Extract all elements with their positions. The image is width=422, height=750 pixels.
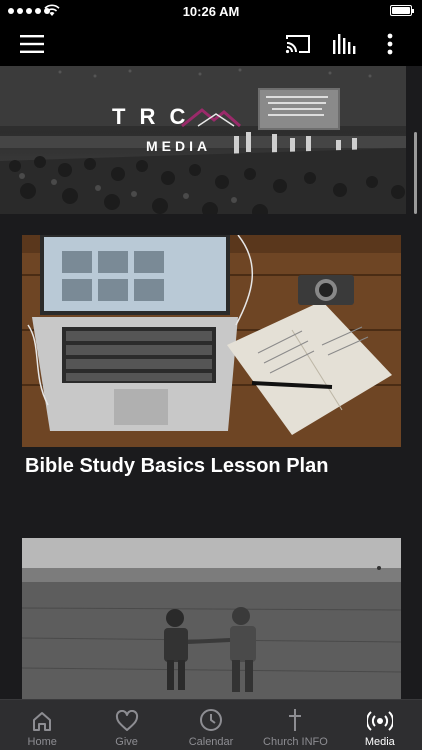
app-bar [0, 22, 422, 66]
cast-button[interactable] [284, 30, 312, 58]
audio-button[interactable] [330, 30, 358, 58]
cast-icon [285, 35, 310, 54]
tab-church-info-label: Church INFO [263, 736, 328, 748]
clock-icon [200, 709, 223, 731]
equalizer-icon [333, 34, 356, 54]
children-field-image[interactable] [22, 538, 401, 701]
broadcast-icon [366, 711, 393, 731]
heart-icon [115, 710, 138, 731]
tab-media[interactable]: Media [338, 700, 422, 750]
tab-home[interactable]: Home [0, 700, 84, 750]
tab-church-info[interactable]: Church INFO [253, 700, 337, 750]
cross-icon [289, 709, 302, 731]
menu-button[interactable] [18, 30, 46, 58]
tab-home-label: Home [27, 736, 57, 748]
hamburger-icon [20, 35, 44, 53]
laptop-notebook-image[interactable] [22, 235, 401, 447]
battery-icon [390, 5, 414, 16]
status-bar: 10:26 AM [0, 0, 422, 22]
more-vert-icon [387, 33, 393, 55]
bottom-tab-bar: Home Give Calendar Church INFO Media [0, 699, 422, 750]
logo-subtitle: MEDIA [146, 138, 212, 154]
scrollbar[interactable] [414, 132, 417, 214]
tab-calendar[interactable]: Calendar [169, 700, 253, 750]
home-icon [33, 712, 52, 731]
church-logo-text: T R C [112, 104, 190, 129]
tab-media-label: Media [364, 736, 395, 748]
tab-give-label: Give [115, 736, 138, 748]
card-title[interactable]: Bible Study Basics Lesson Plan [25, 455, 328, 478]
more-options-button[interactable] [376, 30, 404, 58]
tab-give[interactable]: Give [84, 700, 168, 750]
media-hero-banner: T R C MEDIA [0, 66, 406, 214]
status-time: 10:26 AM [182, 4, 240, 19]
tab-calendar-label: Calendar [188, 736, 234, 748]
mountain-logo-icon [181, 108, 241, 128]
